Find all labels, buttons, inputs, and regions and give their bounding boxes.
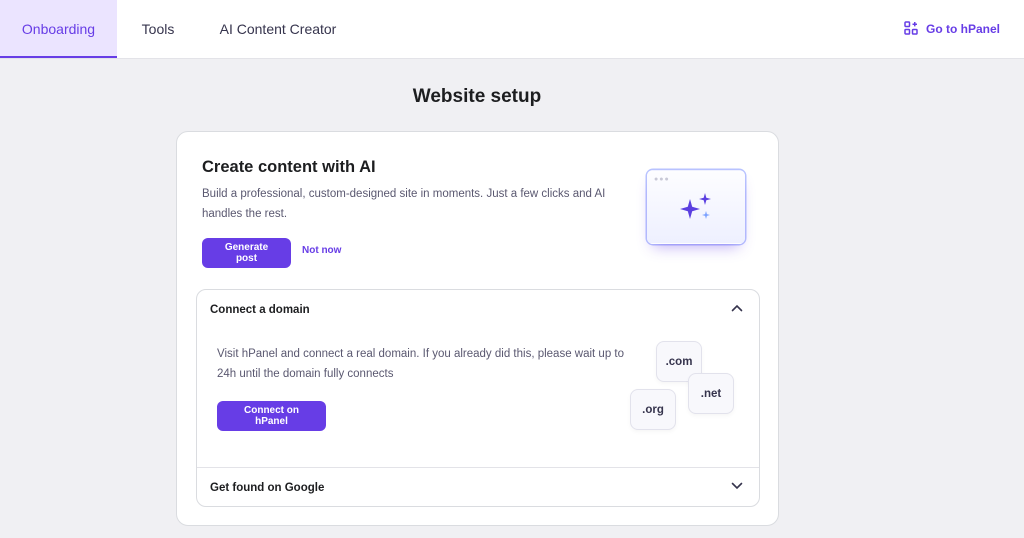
not-now-button[interactable]: Not now — [302, 245, 341, 256]
connect-on-hpanel-button[interactable]: Connect on hPanel — [217, 401, 326, 431]
website-setup-card: Create content with AI Build a professio… — [176, 131, 779, 526]
go-to-hpanel-link[interactable]: Go to hPanel — [904, 20, 1000, 38]
grid-apps-icon — [904, 20, 918, 38]
top-nav: Onboarding Tools AI Content Creator Go t… — [0, 0, 1024, 59]
setup-accordion: Connect a domain Visit hPanel and connec… — [196, 289, 760, 507]
tld-org-badge: .org — [630, 389, 676, 430]
tab-onboarding[interactable]: Onboarding — [0, 0, 117, 58]
window-dots-icon: ●●● — [654, 176, 670, 183]
connect-domain-header[interactable]: Connect a domain — [197, 290, 759, 330]
tld-net-badge: .net — [688, 373, 734, 414]
ai-card-title: Create content with AI — [202, 158, 376, 176]
generate-post-button[interactable]: Generate post — [202, 238, 291, 268]
go-to-hpanel-label: Go to hPanel — [925, 22, 1000, 36]
connect-domain-description: Visit hPanel and connect a real domain. … — [217, 348, 625, 380]
page-title: Website setup — [412, 86, 542, 107]
chevron-up-icon — [731, 304, 743, 312]
tab-ai-content-creator[interactable]: AI Content Creator — [212, 0, 344, 58]
ai-illustration: ●●● — [647, 170, 745, 244]
chevron-down-icon — [731, 482, 743, 490]
ai-card-description: Build a professional, custom-designed si… — [202, 188, 606, 220]
get-found-on-google-header[interactable]: Get found on Google — [197, 467, 759, 507]
tab-tools[interactable]: Tools — [130, 0, 186, 58]
get-found-on-google-title: Get found on Google — [210, 481, 325, 494]
connect-domain-title: Connect a domain — [210, 304, 310, 316]
sparkles-icon — [680, 193, 711, 219]
